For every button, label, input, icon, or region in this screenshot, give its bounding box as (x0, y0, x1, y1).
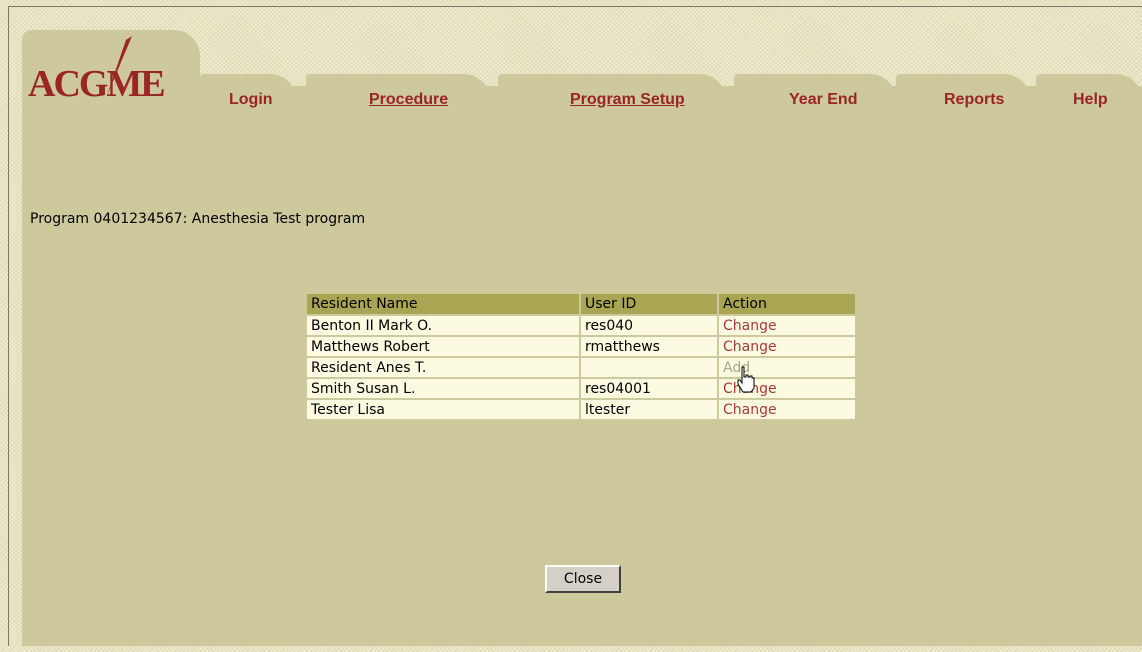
user-id-cell: res04001 (581, 379, 717, 398)
tab-program-setup[interactable]: Program Setup (570, 91, 685, 109)
table-row: Smith Susan L. res04001 Change (307, 379, 855, 398)
acgme-logo: ACGME (28, 36, 166, 106)
header-resident-name: Resident Name (307, 294, 579, 314)
resident-name-cell: Benton II Mark O. (307, 316, 579, 335)
logo-swoosh-icon (106, 36, 132, 98)
user-id-cell: res040 (581, 316, 717, 335)
resident-name-cell: Resident Anes T. (307, 358, 579, 377)
residents-table: Resident Name User ID Action Benton II M… (305, 292, 857, 421)
tab-help[interactable]: Help (1073, 91, 1108, 109)
tab-procedure[interactable]: Procedure (369, 91, 448, 109)
header-user-id: User ID (581, 294, 717, 314)
user-id-cell: rmatthews (581, 337, 717, 356)
table-row: Benton II Mark O. res040 Change (307, 316, 855, 335)
tab-reports[interactable]: Reports (944, 91, 1004, 109)
program-title: Program 0401234567: Anesthesia Test prog… (30, 211, 366, 227)
table-row: Matthews Robert rmatthews Change (307, 337, 855, 356)
change-link[interactable]: Change (723, 402, 777, 418)
table-row: Tester Lisa ltester Change (307, 400, 855, 419)
user-id-cell: ltester (581, 400, 717, 419)
user-id-cell (581, 358, 717, 377)
header-action: Action (719, 294, 855, 314)
resident-name-cell: Smith Susan L. (307, 379, 579, 398)
table-row: Resident Anes T. Add (307, 358, 855, 377)
resident-name-cell: Tester Lisa (307, 400, 579, 419)
table-header-row: Resident Name User ID Action (307, 294, 855, 314)
tab-year-end[interactable]: Year End (789, 91, 857, 109)
tab-login[interactable]: Login (229, 91, 273, 109)
close-button[interactable]: Close (545, 565, 621, 593)
resident-name-cell: Matthews Robert (307, 337, 579, 356)
change-link[interactable]: Change (723, 339, 777, 355)
change-link[interactable]: Change (723, 318, 777, 334)
hand-cursor-icon (737, 366, 755, 393)
